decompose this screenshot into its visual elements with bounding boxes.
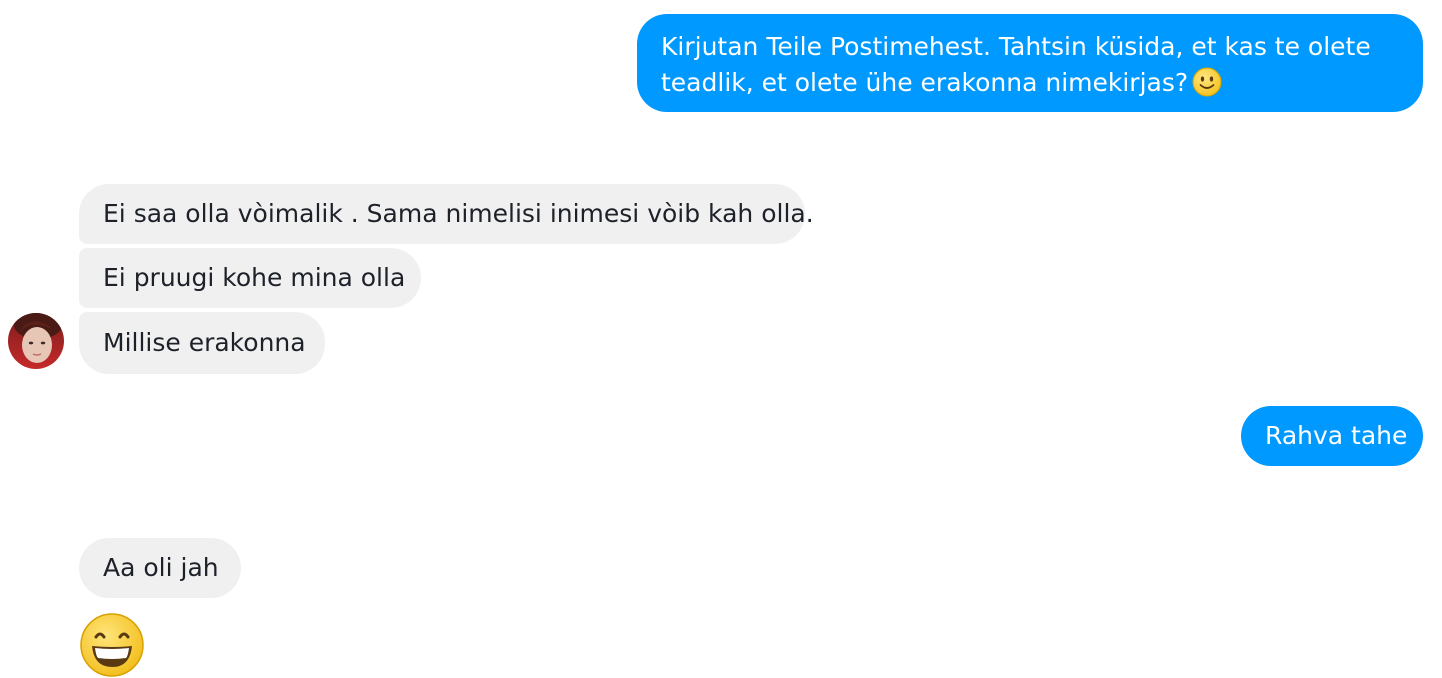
incoming-message-bubble[interactable]: Millise erakonna xyxy=(79,312,325,374)
outgoing-message-bubble[interactable]: Rahva tahe xyxy=(1241,406,1423,466)
contact-avatar[interactable] xyxy=(8,313,64,369)
incoming-message-bubble[interactable]: Ei saa olla vòimalik . Sama nimelisi ini… xyxy=(79,184,814,244)
message-text: Ei saa olla vòimalik . Sama nimelisi ini… xyxy=(103,199,814,228)
message-text: Ei pruugi kohe mina olla xyxy=(103,263,406,292)
message-text: Rahva tahe xyxy=(1265,421,1408,450)
grinning-face-icon[interactable] xyxy=(79,612,145,678)
slightly-smiling-face-icon xyxy=(1192,67,1222,97)
incoming-message-bubble[interactable]: Ei pruugi kohe mina olla xyxy=(79,248,421,308)
outgoing-message-bubble[interactable]: Kirjutan Teile Postimehest. Tahtsin küsi… xyxy=(637,14,1423,112)
avatar-photo xyxy=(8,313,64,369)
incoming-message-bubble[interactable]: Aa oli jah xyxy=(79,538,241,598)
message-text-line: Kirjutan Teile Postimehest. Tahtsin küsi… xyxy=(661,32,1371,61)
message-text: Millise erakonna xyxy=(103,328,306,357)
message-text-line-with-emoji: teadlik, et olete ühe erakonna nimekirja… xyxy=(661,65,1403,101)
message-text: Aa oli jah xyxy=(103,553,219,582)
message-text: teadlik, et olete ühe erakonna nimekirja… xyxy=(661,68,1189,97)
